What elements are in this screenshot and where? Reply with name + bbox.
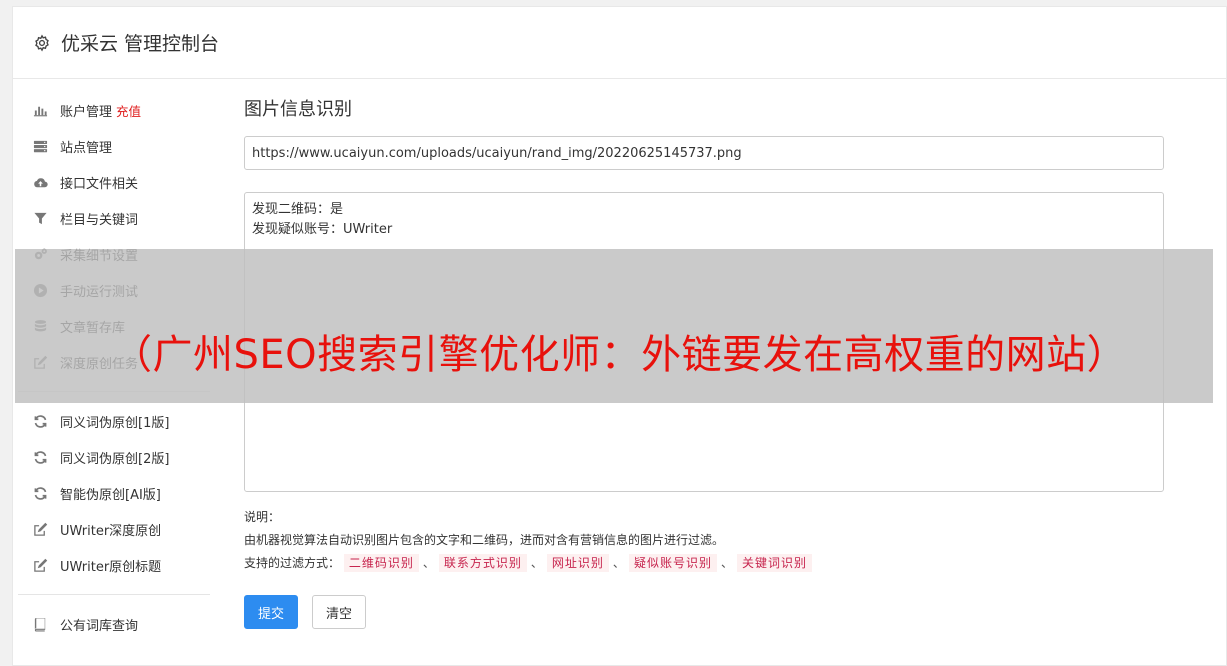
tag-separator: 、 [530, 556, 543, 570]
filter-tag: 关键词识别 [736, 554, 812, 572]
result-line: 发现二维码：是 [252, 202, 344, 217]
sidebar-item-label: 智能伪原创[AI版] [60, 487, 161, 503]
tag-separator: 、 [720, 556, 733, 570]
help-section: 说明： 由机器视觉算法自动识别图片包含的文字和二维码，进而对含有营销信息的图片进… [244, 506, 1164, 575]
recharge-link[interactable]: 充值 [116, 101, 141, 120]
sidebar-item-label: UWriter深度原创 [60, 523, 162, 539]
bar-chart-icon [32, 102, 48, 118]
sidebar-item[interactable]: 智能伪原创[AI版] [18, 475, 210, 511]
refresh-icon [32, 449, 48, 465]
help-title: 说明： [244, 510, 281, 524]
server-icon [32, 138, 48, 154]
page-header-title: 优采云 管理控制台 [61, 33, 220, 55]
filter-icon [32, 210, 48, 226]
sidebar-divider [18, 594, 210, 595]
sidebar-item-label: 账户管理 [60, 104, 113, 120]
filter-tag: 二维码识别 [343, 554, 419, 572]
sidebar-item[interactable]: 栏目与关键词 [18, 200, 210, 236]
edit-icon [32, 521, 48, 537]
header: 优采云 管理控制台 [13, 7, 1226, 79]
submit-button[interactable]: 提交 [244, 595, 298, 629]
filter-label: 支持的过滤方式： [244, 556, 341, 570]
gear-icon [35, 33, 49, 52]
sidebar-item[interactable]: 同义词伪原创[2版] [18, 439, 210, 475]
refresh-icon [32, 413, 48, 429]
sidebar-item[interactable]: 接口文件相关 [18, 164, 210, 200]
filter-methods: 支持的过滤方式： 二维码识别、联系方式识别、网址识别、疑似账号识别、关键词识别 [244, 552, 1164, 575]
sidebar-item[interactable]: 公有词库查询 [18, 606, 210, 642]
result-line: 发现疑似账号：UWriter [252, 222, 393, 237]
watermark-text: （广州SEO搜索引擎优化师：外链要发在高权重的网站） [112, 332, 1128, 378]
sidebar-item[interactable]: 账户管理 充值 [18, 92, 210, 128]
page-title: 图片信息识别 [244, 99, 352, 120]
tag-separator: 、 [422, 556, 435, 570]
tag-separator: 、 [612, 556, 625, 570]
sidebar-item-label: 栏目与关键词 [60, 212, 139, 228]
sidebar-item-label: 站点管理 [60, 140, 113, 156]
button-row: 提交 清空 [244, 595, 1164, 629]
sidebar-item-label: 同义词伪原创[2版] [60, 451, 170, 467]
edit-icon [32, 557, 48, 573]
sidebar-item[interactable]: UWriter原创标题 [18, 547, 210, 583]
sidebar-item[interactable]: 同义词伪原创[1版] [18, 403, 210, 439]
sidebar-item-label: 接口文件相关 [60, 176, 139, 192]
sidebar-item-label: UWriter原创标题 [60, 559, 162, 575]
sidebar-item-label: 同义词伪原创[1版] [60, 415, 170, 431]
filter-tag: 联系方式识别 [438, 554, 527, 572]
filter-tag: 疑似账号识别 [628, 554, 717, 572]
refresh-icon [32, 485, 48, 501]
image-url-input[interactable] [244, 136, 1164, 170]
sidebar-item[interactable]: UWriter深度原创 [18, 511, 210, 547]
filter-tag: 网址识别 [546, 554, 609, 572]
help-description: 由机器视觉算法自动识别图片包含的文字和二维码，进而对含有营销信息的图片进行过滤。 [244, 533, 725, 547]
sidebar-item-label: 公有词库查询 [60, 618, 139, 634]
book-icon [32, 616, 48, 632]
sidebar-item[interactable]: 站点管理 [18, 128, 210, 164]
cloud-upload-icon [32, 174, 48, 190]
clear-button[interactable]: 清空 [312, 595, 366, 629]
